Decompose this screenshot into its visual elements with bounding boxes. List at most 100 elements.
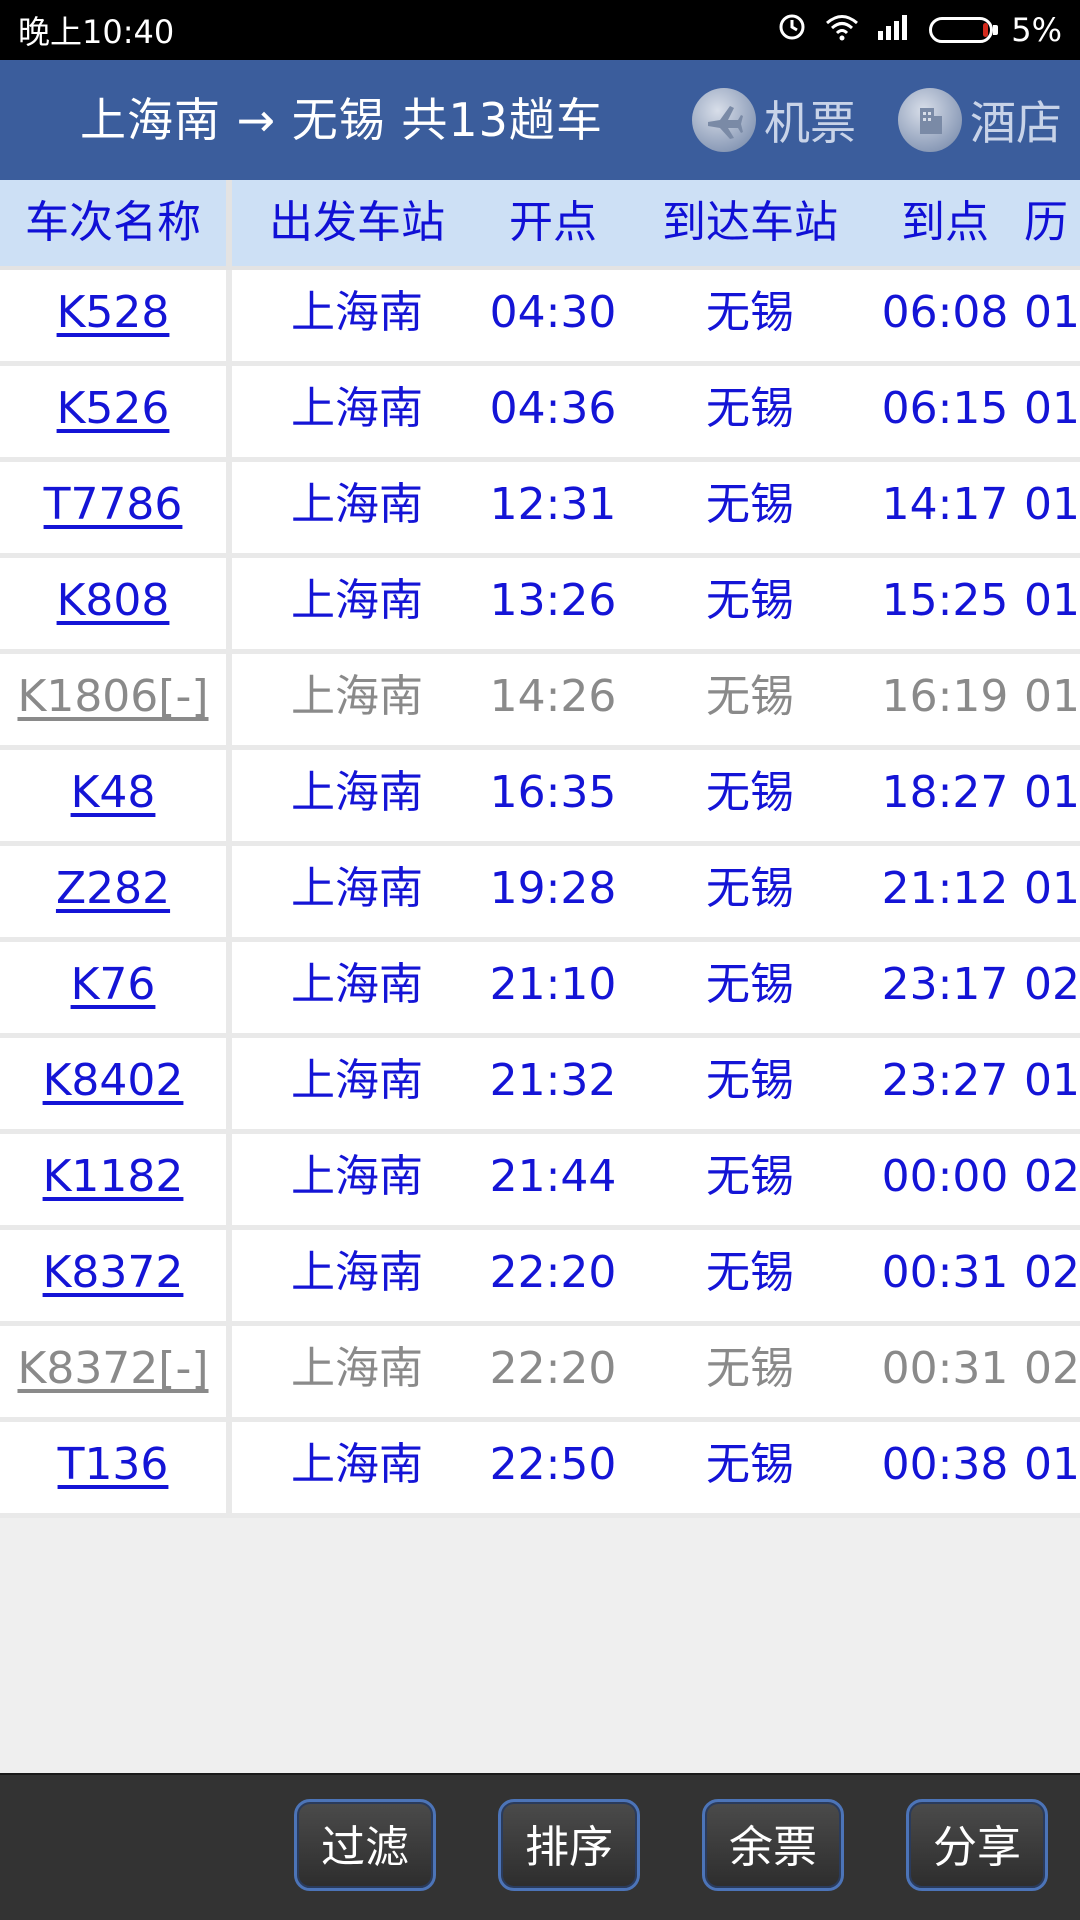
header-departure-time[interactable]: 开点 xyxy=(480,180,626,266)
departure-time-cell: 04:30 xyxy=(489,287,617,338)
train-link[interactable]: T7786 xyxy=(44,479,183,530)
table-row[interactable]: K808 上海南 13:26 无锡 15:25 01 xyxy=(0,558,1080,649)
train-link[interactable]: K8372 xyxy=(43,1247,184,1298)
table-row[interactable]: K48 上海南 16:35 无锡 18:27 01 xyxy=(0,750,1080,841)
train-table: 车次名称 出发车站 开点 到达车站 到点 历 K528 上海南 04:30 无锡 06:… xyxy=(0,180,1080,1518)
arrival-station-cell: 无锡 xyxy=(706,479,794,530)
duration-cell: 01 xyxy=(1024,575,1080,626)
table-row[interactable]: K8402 上海南 21:32 无锡 23:27 01 xyxy=(0,1038,1080,1129)
arrival-station-cell: 无锡 xyxy=(706,287,794,338)
table-row[interactable]: K1806[-] 上海南 14:26 无锡 16:19 01 xyxy=(0,654,1080,745)
train-link[interactable]: K1806[-] xyxy=(17,671,208,722)
table-row[interactable]: K8372 上海南 22:20 无锡 00:31 02 xyxy=(0,1230,1080,1321)
train-link[interactable]: K48 xyxy=(71,767,156,818)
train-name-cell[interactable]: K808 xyxy=(0,558,226,644)
remaining-tickets-button[interactable]: 余票 xyxy=(702,1799,844,1891)
duration-cell: 02 xyxy=(1024,1343,1080,1394)
hotel-label: 酒店 xyxy=(970,96,1062,150)
train-name-cell[interactable]: K8402 xyxy=(0,1038,226,1124)
train-name-cell[interactable]: Z282 xyxy=(0,846,226,932)
arrival-time-cell: 00:00 xyxy=(881,1151,1009,1202)
departure-time-cell: 22:50 xyxy=(489,1439,617,1490)
departure-station-cell: 上海南 xyxy=(291,767,423,818)
train-link[interactable]: T136 xyxy=(58,1439,169,1490)
status-icons: 5% xyxy=(777,11,1062,49)
arrival-station-cell: 无锡 xyxy=(706,383,794,434)
departure-time-cell: 19:28 xyxy=(489,863,617,914)
train-link[interactable]: K76 xyxy=(71,959,156,1010)
departure-time-cell: 04:36 xyxy=(489,383,617,434)
train-name-cell[interactable]: K76 xyxy=(0,942,226,1028)
app-header: 上海南 → 无锡 共13趟车 机票 酒店 xyxy=(0,60,1080,180)
departure-time-cell: 13:26 xyxy=(489,575,617,626)
arrival-time-cell: 00:38 xyxy=(881,1439,1009,1490)
header-arrival-time[interactable]: 到点 xyxy=(870,180,1020,266)
table-row[interactable]: K8372[-] 上海南 22:20 无锡 00:31 02 xyxy=(0,1326,1080,1417)
train-link[interactable]: K8372[-] xyxy=(17,1343,208,1394)
train-link[interactable]: K8402 xyxy=(43,1055,184,1106)
table-row[interactable]: K526 上海南 04:36 无锡 06:15 01 xyxy=(0,366,1080,457)
filter-button[interactable]: 过滤 xyxy=(294,1799,436,1891)
battery-icon xyxy=(929,17,999,43)
train-link[interactable]: K528 xyxy=(57,287,170,338)
departure-station-cell: 上海南 xyxy=(291,863,423,914)
arrival-time-cell: 15:25 xyxy=(881,575,1009,626)
table-row[interactable]: K1182 上海南 21:44 无锡 00:00 02 xyxy=(0,1134,1080,1225)
train-link[interactable]: K808 xyxy=(57,575,170,626)
train-link[interactable]: K1182 xyxy=(43,1151,184,1202)
train-link[interactable]: Z282 xyxy=(56,863,170,914)
table-row[interactable]: T136 上海南 22:50 无锡 00:38 01 xyxy=(0,1422,1080,1513)
train-link[interactable]: K526 xyxy=(57,383,170,434)
departure-station-cell: 上海南 xyxy=(291,287,423,338)
table-row[interactable]: K76 上海南 21:10 无锡 23:17 02 xyxy=(0,942,1080,1033)
arrival-station-cell: 无锡 xyxy=(706,1343,794,1394)
airplane-icon xyxy=(692,88,756,152)
arrival-time-cell: 23:17 xyxy=(881,959,1009,1010)
departure-time-cell: 16:35 xyxy=(489,767,617,818)
train-name-cell[interactable]: K1806[-] xyxy=(0,654,226,740)
alarm-icon xyxy=(777,11,807,49)
header-train-name[interactable]: 车次名称 xyxy=(0,180,226,266)
departure-time-cell: 21:44 xyxy=(489,1151,617,1202)
arrival-time-cell: 14:17 xyxy=(881,479,1009,530)
departure-time-cell: 12:31 xyxy=(489,479,617,530)
row-divider xyxy=(0,1513,1080,1518)
train-name-cell[interactable]: K528 xyxy=(0,270,226,356)
train-name-cell[interactable]: K526 xyxy=(0,366,226,452)
duration-cell: 01 xyxy=(1024,863,1080,914)
header-arrival-station[interactable]: 到达车站 xyxy=(640,180,860,266)
arrival-time-cell: 00:31 xyxy=(881,1343,1009,1394)
arrival-station-cell: 无锡 xyxy=(706,959,794,1010)
train-name-cell[interactable]: T7786 xyxy=(0,462,226,548)
table-row[interactable]: K528 上海南 04:30 无锡 06:08 01 xyxy=(0,270,1080,361)
train-name-cell[interactable]: K8372[-] xyxy=(0,1326,226,1412)
departure-station-cell: 上海南 xyxy=(291,1343,423,1394)
departure-time-cell: 22:20 xyxy=(489,1247,617,1298)
arrival-station-cell: 无锡 xyxy=(706,671,794,722)
hotel-button[interactable]: 酒店 xyxy=(898,80,1062,160)
arrival-station-cell: 无锡 xyxy=(706,1247,794,1298)
battery-percent: 5% xyxy=(1011,11,1062,49)
header-duration[interactable]: 历 xyxy=(1024,180,1080,266)
status-bar: 晚上10:40 5% xyxy=(0,0,1080,60)
train-name-cell[interactable]: T136 xyxy=(0,1422,226,1508)
table-row[interactable]: Z282 上海南 19:28 无锡 21:12 01 xyxy=(0,846,1080,937)
share-button[interactable]: 分享 xyxy=(906,1799,1048,1891)
duration-cell: 01 xyxy=(1024,1439,1080,1490)
status-time: 晚上10:40 xyxy=(18,13,175,51)
table-row[interactable]: T7786 上海南 12:31 无锡 14:17 01 xyxy=(0,462,1080,553)
flight-button[interactable]: 机票 xyxy=(692,80,856,160)
arrival-time-cell: 16:19 xyxy=(881,671,1009,722)
header-departure-station[interactable]: 出发车站 xyxy=(232,180,482,266)
table-body: K528 上海南 04:30 无锡 06:08 01 K526 上海南 04:36 无锡 06:15… xyxy=(0,270,1080,1518)
arrival-station-cell: 无锡 xyxy=(706,1151,794,1202)
departure-station-cell: 上海南 xyxy=(291,479,423,530)
train-name-cell[interactable]: K1182 xyxy=(0,1134,226,1220)
train-name-cell[interactable]: K8372 xyxy=(0,1230,226,1316)
arrival-station-cell: 无锡 xyxy=(706,863,794,914)
building-icon xyxy=(898,88,962,152)
sort-button[interactable]: 排序 xyxy=(498,1799,640,1891)
train-name-cell[interactable]: K48 xyxy=(0,750,226,836)
arrival-time-cell: 00:31 xyxy=(881,1247,1009,1298)
flight-label: 机票 xyxy=(764,96,856,150)
